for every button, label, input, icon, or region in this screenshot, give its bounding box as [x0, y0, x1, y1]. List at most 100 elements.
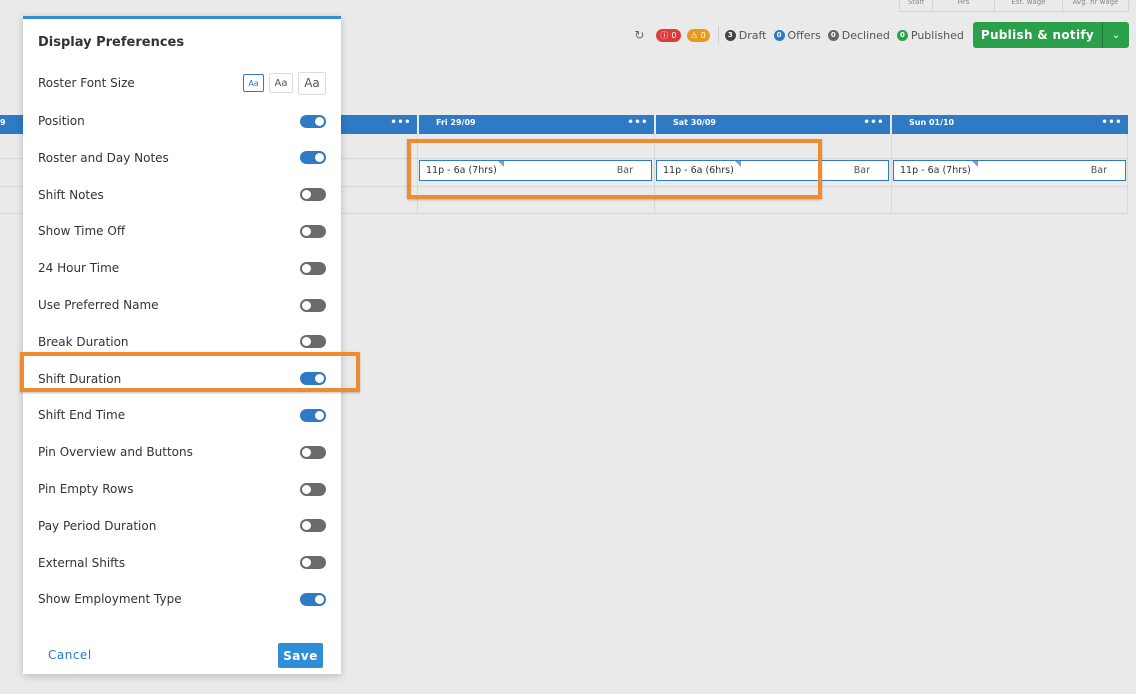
preference-label: Show Time Off [38, 224, 126, 239]
draft-count: 3 [724, 29, 736, 41]
shift-role: Bar [1090, 165, 1107, 176]
preference-label: Show Employment Type [38, 592, 182, 607]
toggle-knob [302, 263, 311, 273]
preference-toggle[interactable] [300, 261, 326, 275]
published-label: Published [910, 28, 964, 42]
font-size-medium-button[interactable]: Aa [269, 73, 293, 93]
toggle-knob [315, 153, 324, 163]
draft-label: Draft [738, 28, 767, 42]
preference-row: Shift End Time [38, 405, 326, 425]
shift-highlight-box [407, 139, 822, 199]
preference-toggle[interactable] [300, 408, 326, 422]
stats-col-hrs: Hrs [933, 0, 995, 12]
font-size-row: Roster Font Size Aa Aa Aa [38, 70, 326, 96]
toggle-knob [302, 484, 311, 494]
toggle-knob [302, 190, 311, 200]
more-icon[interactable]: ••• [1101, 115, 1122, 131]
toggle-knob [315, 410, 324, 420]
preference-row: Show Employment Type [38, 589, 326, 609]
offers-status[interactable]: 0 Offers [773, 28, 821, 42]
preference-label: 24 Hour Time [38, 261, 120, 276]
day-header-fri: Fri 29/09 ••• [419, 115, 654, 134]
font-size-small-button[interactable]: Aa [243, 74, 264, 92]
preference-label: Use Preferred Name [38, 298, 159, 312]
offers-label: Offers [787, 28, 821, 42]
toggle-knob [315, 116, 324, 126]
more-icon[interactable]: ••• [627, 115, 648, 131]
toggle-knob [302, 558, 311, 568]
publish-notify-button[interactable]: Publish & notify [972, 22, 1102, 48]
preference-label: Pay Period Duration [38, 518, 157, 533]
preference-label: Pin Empty Rows [38, 482, 134, 496]
publish-dropdown-button[interactable]: ⌄ [1102, 22, 1129, 48]
toggle-knob [302, 300, 311, 310]
display-preferences-modal: Display Preferences Roster Font Size Aa … [23, 16, 341, 674]
shift-role: Bar [853, 165, 870, 176]
toggle-knob [315, 594, 324, 604]
preference-toggle[interactable] [300, 151, 326, 165]
preference-toggle[interactable] [300, 335, 326, 349]
preference-label: External Shifts [38, 555, 126, 570]
stats-col-est-wage: Est. wage [995, 0, 1063, 12]
toggle-knob [302, 521, 311, 531]
preference-toggle[interactable] [300, 298, 326, 312]
column-divider [1127, 134, 1128, 214]
chevron-down-icon: ⌄ [1111, 29, 1121, 41]
preference-row: Shift Notes [38, 185, 326, 205]
publish-split-button: Publish & notify ⌄ [972, 22, 1129, 48]
preference-toggle[interactable] [300, 188, 326, 202]
column-divider [891, 134, 892, 214]
stats-col-avg-wage: Avg. hr wage [1063, 0, 1129, 12]
day-header-label: Sat 30/09 [673, 118, 716, 127]
warning-badge[interactable]: ⚠ 0 [686, 28, 710, 42]
preference-row: Use Preferred Name [38, 295, 326, 315]
preference-row: 24 Hour Time [38, 258, 326, 278]
font-size-label: Roster Font Size [38, 76, 135, 90]
more-icon[interactable]: ••• [390, 115, 411, 131]
preference-toggle[interactable] [300, 445, 326, 459]
toggle-knob [302, 337, 311, 347]
stats-col-staff: Staff [900, 0, 933, 12]
preference-row: External Shifts [38, 553, 326, 573]
published-status[interactable]: 0 Published [896, 28, 964, 42]
cancel-button[interactable]: Cancel [48, 648, 92, 662]
save-button[interactable]: Save [278, 643, 323, 668]
preference-row: Roster and Day Notes [38, 148, 326, 168]
preference-toggle[interactable] [300, 224, 326, 238]
preference-toggle[interactable] [300, 519, 326, 533]
preference-row: Pin Empty Rows [38, 479, 326, 499]
preference-label: Position [38, 114, 85, 128]
declined-label: Declined [841, 28, 890, 42]
day-header-label: Fri 29/09 [436, 118, 476, 127]
font-size-options: Aa Aa Aa [243, 71, 326, 95]
toggle-knob [302, 447, 311, 457]
shift-duration-highlight-box [20, 352, 360, 392]
day-header-label: Sun 01/10 [909, 118, 955, 127]
preference-label: Shift Notes [38, 187, 104, 202]
preference-label: Break Duration [38, 334, 129, 349]
preference-toggle[interactable] [300, 482, 326, 496]
stats-header: Staff Hrs Est. wage Avg. hr wage [899, 0, 1129, 12]
preference-toggle[interactable] [300, 114, 326, 128]
declined-status[interactable]: 0 Declined [827, 28, 890, 42]
preference-row: Pin Overview and Buttons [38, 442, 326, 462]
day-header-sun: Sun 01/10 ••• [892, 115, 1128, 134]
preference-row: Break Duration [38, 332, 326, 352]
preference-row: Position [38, 111, 326, 131]
error-count: 0 [671, 30, 677, 40]
note-flag-icon [972, 161, 978, 167]
preference-toggle[interactable] [300, 592, 326, 606]
modal-title: Display Preferences [38, 35, 185, 50]
refresh-icon[interactable]: ↻ [632, 28, 646, 42]
shift-time: 11p - 6a (7hrs) [900, 165, 971, 176]
warning-count: 0 [700, 30, 706, 40]
error-badge[interactable]: ⓘ 0 [656, 28, 681, 42]
draft-status[interactable]: 3 Draft [724, 28, 767, 42]
font-size-large-button[interactable]: Aa [298, 71, 326, 95]
more-icon[interactable]: ••• [863, 115, 884, 131]
preference-row: Show Time Off [38, 221, 326, 241]
shift-card-sun[interactable]: 11p - 6a (7hrs) Bar [893, 160, 1126, 181]
preference-toggle[interactable] [300, 556, 326, 570]
preference-label: Roster and Day Notes [38, 150, 169, 165]
error-icon: ⓘ [660, 30, 669, 40]
